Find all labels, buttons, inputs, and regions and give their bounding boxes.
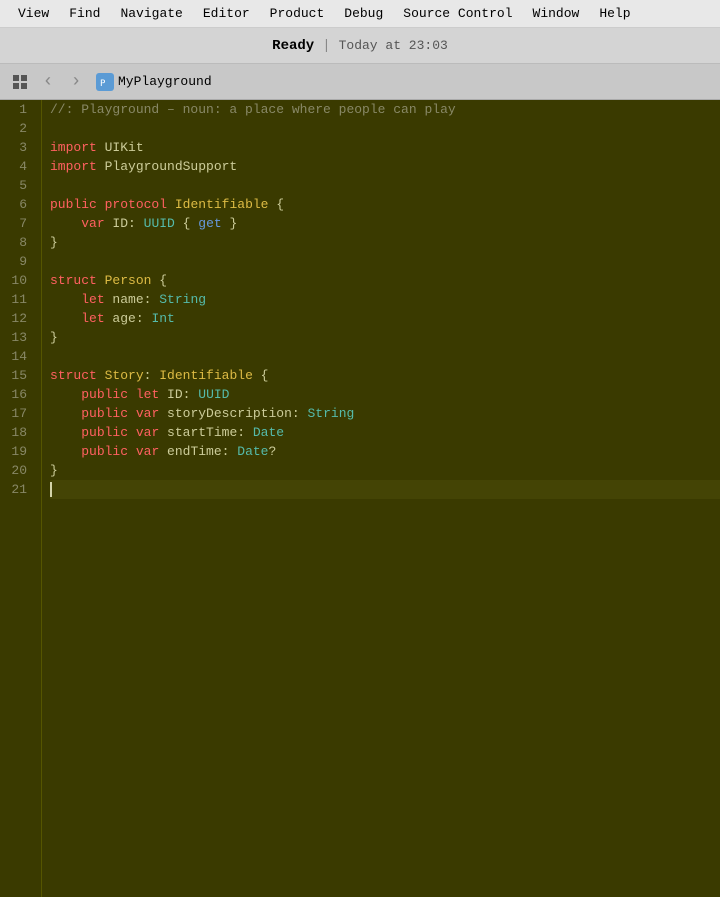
back-icon[interactable]: ‹ — [36, 70, 60, 94]
menu-item-debug[interactable]: Debug — [334, 4, 393, 23]
code-line-9 — [50, 252, 720, 271]
svg-text:P: P — [100, 79, 106, 89]
code-line-6: public protocol Identifiable { — [50, 195, 720, 214]
code-line-19: public var endTime: Date? — [50, 442, 720, 461]
line-num-18: 18 — [0, 423, 33, 442]
grid-icon[interactable] — [8, 70, 32, 94]
line-num-12: 12 — [0, 309, 33, 328]
line-num-14: 14 — [0, 347, 33, 366]
code-content[interactable]: //: Playground – noun: a place where peo… — [42, 100, 720, 897]
menu-item-editor[interactable]: Editor — [193, 4, 260, 23]
menu-item-window[interactable]: Window — [523, 4, 590, 23]
code-line-1: //: Playground – noun: a place where peo… — [50, 100, 720, 119]
line-num-15: 15 — [0, 366, 33, 385]
title-separator: | — [322, 38, 330, 54]
editor: 123456789101112131415161718192021 //: Pl… — [0, 100, 720, 897]
code-line-16: public let ID: UUID — [50, 385, 720, 404]
menu-bar: ViewFindNavigateEditorProductDebugSource… — [0, 0, 720, 28]
text-cursor — [50, 482, 52, 497]
line-num-10: 10 — [0, 271, 33, 290]
code-line-4: import PlaygroundSupport — [50, 157, 720, 176]
menu-item-product[interactable]: Product — [260, 4, 335, 23]
line-num-16: 16 — [0, 385, 33, 404]
menu-item-view[interactable]: View — [8, 4, 59, 23]
forward-icon[interactable]: › — [64, 70, 88, 94]
menu-item-source-control[interactable]: Source Control — [393, 4, 522, 23]
toolbar: ‹ › P MyPlayground — [0, 64, 720, 100]
code-line-13: } — [50, 328, 720, 347]
line-num-3: 3 — [0, 138, 33, 157]
line-num-17: 17 — [0, 404, 33, 423]
code-line-7: var ID: UUID { get } — [50, 214, 720, 233]
code-line-8: } — [50, 233, 720, 252]
menu-item-navigate[interactable]: Navigate — [110, 4, 192, 23]
status-label: Ready — [272, 38, 314, 54]
code-line-18: public var startTime: Date — [50, 423, 720, 442]
line-num-5: 5 — [0, 176, 33, 195]
code-line-20: } — [50, 461, 720, 480]
line-num-4: 4 — [0, 157, 33, 176]
menu-item-help[interactable]: Help — [589, 4, 640, 23]
line-num-6: 6 — [0, 195, 33, 214]
line-num-2: 2 — [0, 119, 33, 138]
playground-file-icon: P — [96, 73, 114, 91]
code-line-2 — [50, 119, 720, 138]
line-numbers: 123456789101112131415161718192021 — [0, 100, 42, 897]
line-num-20: 20 — [0, 461, 33, 480]
code-line-21 — [50, 480, 720, 499]
code-line-15: struct Story: Identifiable { — [50, 366, 720, 385]
playground-filename: MyPlayground — [118, 74, 212, 89]
playground-label: P MyPlayground — [96, 73, 212, 91]
title-bar: Ready | Today at 23:03 — [0, 28, 720, 64]
line-num-9: 9 — [0, 252, 33, 271]
code-line-11: let name: String — [50, 290, 720, 309]
line-num-11: 11 — [0, 290, 33, 309]
title-time: Today at 23:03 — [339, 38, 448, 53]
code-line-5 — [50, 176, 720, 195]
code-line-12: let age: Int — [50, 309, 720, 328]
menu-item-find[interactable]: Find — [59, 4, 110, 23]
line-num-7: 7 — [0, 214, 33, 233]
code-line-14 — [50, 347, 720, 366]
line-num-1: 1 — [0, 100, 33, 119]
line-num-21: 21 — [0, 480, 33, 499]
line-num-13: 13 — [0, 328, 33, 347]
line-num-8: 8 — [0, 233, 33, 252]
code-line-17: public var storyDescription: String — [50, 404, 720, 423]
code-line-3: import UIKit — [50, 138, 720, 157]
line-num-19: 19 — [0, 442, 33, 461]
code-line-10: struct Person { — [50, 271, 720, 290]
